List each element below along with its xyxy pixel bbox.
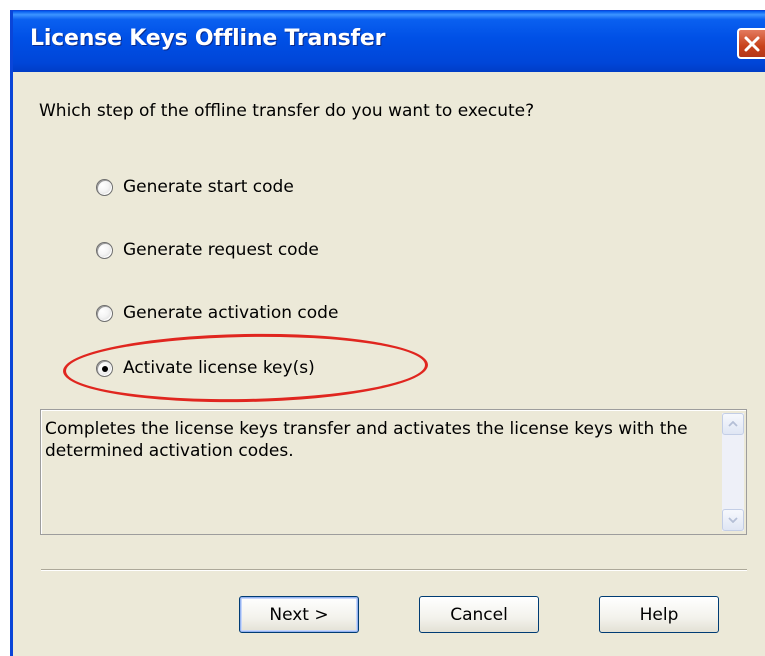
radio-button[interactable]	[96, 304, 113, 322]
option-label: Activate license key(s)	[123, 358, 315, 378]
window-title: License Keys Offline Transfer	[30, 26, 386, 51]
scroll-up-button[interactable]	[722, 413, 744, 435]
chevron-down-icon	[728, 517, 738, 523]
close-icon	[744, 36, 760, 51]
cancel-button[interactable]: Cancel	[419, 596, 539, 633]
vertical-scrollbar[interactable]	[722, 413, 744, 531]
description-box: Completes the license keys transfer and …	[40, 409, 747, 535]
option-generate-request-code[interactable]: Generate request code	[96, 237, 319, 263]
radio-button[interactable]	[96, 241, 113, 259]
dialog-window: License Keys Offline Transfer Which step…	[10, 10, 765, 656]
option-label: Generate activation code	[123, 303, 339, 323]
title-bar[interactable]: License Keys Offline Transfer	[13, 11, 765, 72]
scroll-down-button[interactable]	[722, 509, 744, 531]
option-label: Generate request code	[123, 240, 319, 260]
step-prompt: Which step of the offline transfer do yo…	[39, 101, 535, 121]
description-text: Completes the license keys transfer and …	[45, 419, 688, 461]
radio-button-selected[interactable]	[96, 359, 113, 377]
option-label: Generate start code	[123, 177, 294, 197]
chevron-up-icon	[728, 421, 738, 427]
option-activate-license-keys[interactable]: Activate license key(s)	[96, 355, 315, 381]
radio-button[interactable]	[96, 178, 113, 196]
option-generate-start-code[interactable]: Generate start code	[96, 174, 294, 200]
separator	[41, 569, 747, 571]
close-button[interactable]	[737, 28, 765, 59]
option-generate-activation-code[interactable]: Generate activation code	[96, 300, 338, 326]
next-button[interactable]: Next >	[239, 596, 359, 633]
help-button[interactable]: Help	[599, 596, 719, 633]
